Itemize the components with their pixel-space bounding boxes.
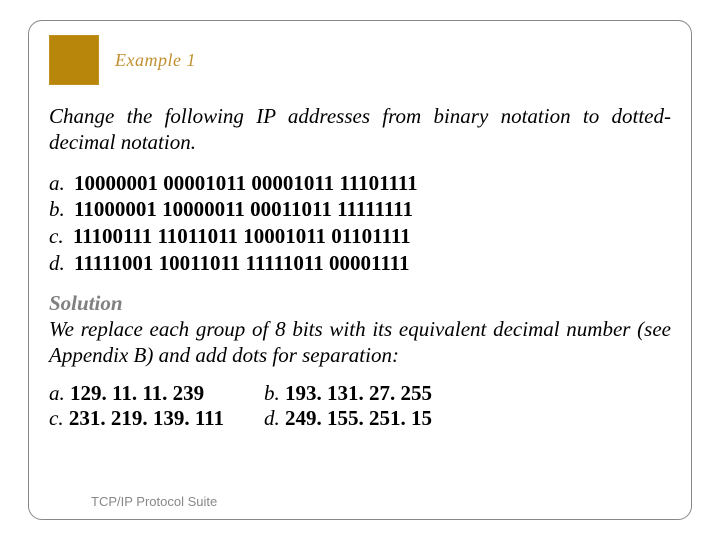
option-c: c. 11100111 11011011 10001011 01101111 bbox=[49, 223, 671, 250]
answer-d-value: 249. 155. 251. 15 bbox=[285, 406, 432, 430]
option-a: a. 10000001 00001011 00001011 11101111 bbox=[49, 170, 671, 197]
accent-box-icon bbox=[49, 35, 99, 85]
answer-b-label: b. bbox=[264, 381, 280, 405]
answer-c: c. 231. 219. 139. 111 bbox=[49, 406, 224, 431]
solution-heading: Solution bbox=[49, 291, 671, 316]
answer-b-value: 193. 131. 27. 255 bbox=[285, 381, 432, 405]
option-b: b. 11000001 10000011 00011011 11111111 bbox=[49, 196, 671, 223]
binary-options: a. 10000001 00001011 00001011 11101111 b… bbox=[49, 170, 671, 278]
answer-d-label: d. bbox=[264, 406, 280, 430]
footer-text: TCP/IP Protocol Suite bbox=[91, 494, 217, 509]
solution-text: We replace each group of 8 bits with its… bbox=[49, 316, 671, 369]
answer-c-label: c. bbox=[49, 406, 64, 430]
option-c-label: c. bbox=[49, 224, 64, 248]
option-d-label: d. bbox=[49, 251, 65, 275]
option-a-value: 10000001 00001011 00001011 11101111 bbox=[74, 171, 418, 195]
option-c-value: 11100111 11011011 10001011 01101111 bbox=[73, 224, 411, 248]
question-text: Change the following IP addresses from b… bbox=[49, 103, 671, 156]
content-frame: Example 1 Change the following IP addres… bbox=[28, 20, 692, 520]
slide: Example 1 Change the following IP addres… bbox=[0, 0, 720, 540]
answers-col-right: b. 193. 131. 27. 255 d. 249. 155. 251. 1… bbox=[264, 381, 432, 431]
example-title: Example 1 bbox=[115, 50, 196, 71]
header-row: Example 1 bbox=[49, 35, 671, 85]
answer-b: b. 193. 131. 27. 255 bbox=[264, 381, 432, 406]
answer-a-value: 129. 11. 11. 239 bbox=[70, 381, 204, 405]
option-b-label: b. bbox=[49, 197, 65, 221]
answer-a: a. 129. 11. 11. 239 bbox=[49, 381, 224, 406]
answers-col-left: a. 129. 11. 11. 239 c. 231. 219. 139. 11… bbox=[49, 381, 224, 431]
answer-d: d. 249. 155. 251. 15 bbox=[264, 406, 432, 431]
option-b-value: 11000001 10000011 00011011 11111111 bbox=[74, 197, 413, 221]
answers-block: a. 129. 11. 11. 239 c. 231. 219. 139. 11… bbox=[49, 381, 671, 431]
answer-c-value: 231. 219. 139. 111 bbox=[69, 406, 224, 430]
option-d-value: 11111001 10011011 11111011 00001111 bbox=[74, 251, 410, 275]
option-d: d. 11111001 10011011 11111011 00001111 bbox=[49, 250, 671, 277]
answer-a-label: a. bbox=[49, 381, 65, 405]
option-a-label: a. bbox=[49, 171, 65, 195]
